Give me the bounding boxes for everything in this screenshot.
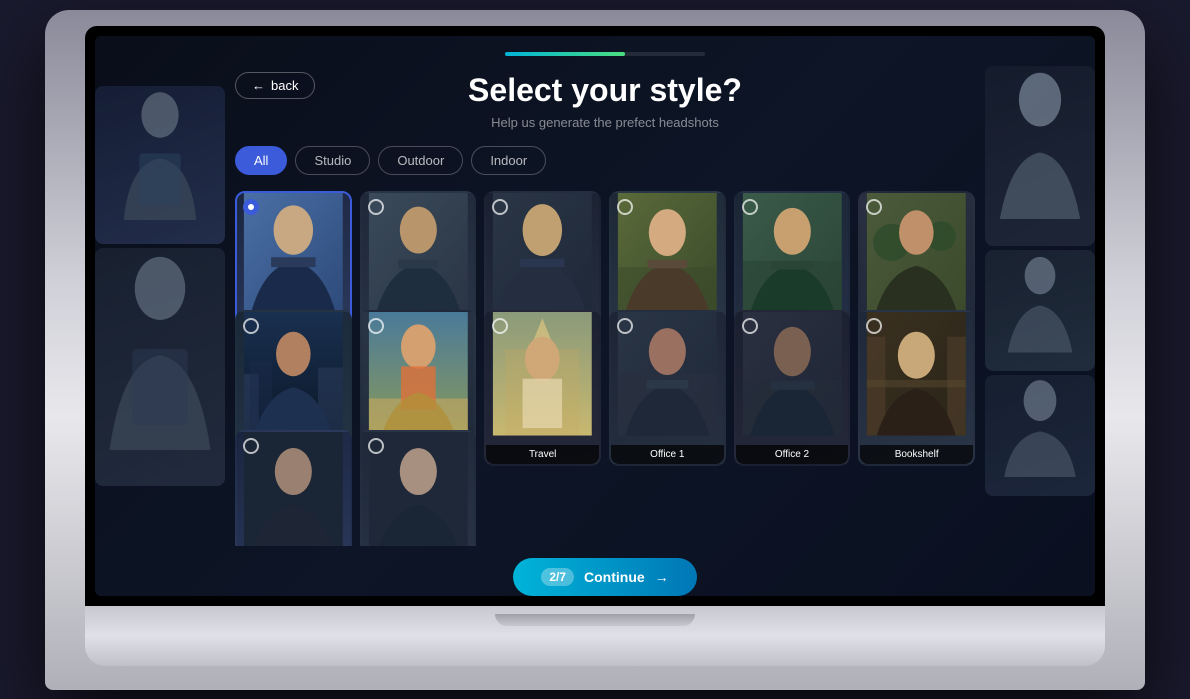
laptop-notch [495, 614, 695, 626]
card-label-12: Bookshelf [860, 445, 973, 464]
filter-tab-studio[interactable]: Studio [295, 146, 370, 175]
side-right-img-3 [985, 375, 1095, 496]
filter-tabs: All Studio Outdoor Indoor [235, 146, 546, 175]
side-right-img-1 [985, 66, 1095, 247]
screen-bezel: Select your style? Help us generate the … [85, 26, 1105, 606]
back-label: back [271, 78, 298, 93]
card-radio-14 [368, 438, 384, 454]
laptop-base [85, 606, 1105, 666]
style-card-travel[interactable]: Travel [484, 310, 601, 466]
style-card-14[interactable] [360, 430, 477, 546]
progress-badge: 2/7 [541, 568, 574, 586]
card-radio-11 [742, 318, 758, 334]
card-label-10: Office 1 [611, 445, 724, 464]
continue-label: Continue [584, 569, 645, 585]
card-radio-13 [243, 438, 259, 454]
card-label-9: Travel [486, 445, 599, 464]
page-title: Select your style? [468, 72, 742, 109]
style-card-office-2[interactable]: Office 2 [734, 310, 851, 466]
side-left-decor [95, 86, 225, 486]
page-subtitle: Help us generate the prefect headshots [491, 115, 719, 130]
side-left-img-1 [95, 86, 225, 244]
filter-tab-outdoor[interactable]: Outdoor [378, 146, 463, 175]
side-left-img-2 [95, 248, 225, 486]
card-radio-2 [368, 199, 384, 215]
card-radio-4 [617, 199, 633, 215]
continue-arrow: → [655, 569, 669, 585]
style-card-13[interactable] [235, 430, 352, 546]
screen-content: Select your style? Help us generate the … [95, 36, 1095, 596]
back-arrow: ← [252, 78, 265, 93]
progress-bar-container [505, 52, 705, 56]
filter-tab-all[interactable]: All [235, 146, 287, 175]
laptop-outer: Select your style? Help us generate the … [45, 10, 1145, 690]
style-card-bookshelf[interactable]: Bookshelf [858, 310, 975, 466]
filter-tab-indoor[interactable]: Indoor [471, 146, 546, 175]
side-right-decor [985, 66, 1095, 496]
card-radio-8 [368, 318, 384, 334]
card-label-11: Office 2 [736, 445, 849, 464]
card-radio-1 [243, 199, 259, 215]
style-card-office-1[interactable]: Office 1 [609, 310, 726, 466]
style-grid: Professional 1 [235, 191, 975, 546]
back-button[interactable]: ← back [235, 72, 315, 99]
continue-button[interactable]: 2/7 Continue → [513, 558, 696, 596]
progress-bar-fill [505, 52, 625, 56]
laptop-screen: Select your style? Help us generate the … [95, 36, 1095, 596]
card-radio-5 [742, 199, 758, 215]
side-right-img-2 [985, 250, 1095, 371]
main-area: Select your style? Help us generate the … [235, 36, 975, 596]
